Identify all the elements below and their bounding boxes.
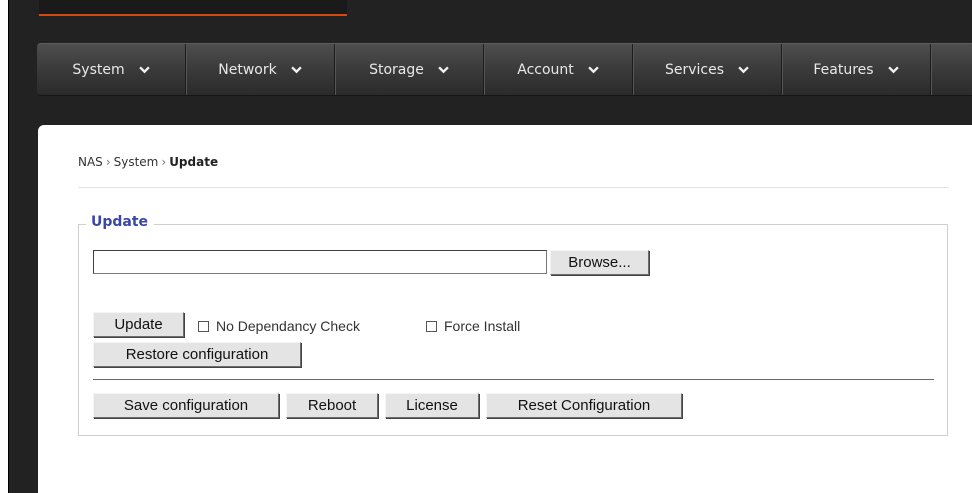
breadcrumb-link-system[interactable]: System	[114, 155, 159, 169]
breadcrumb-separator: ›	[105, 155, 111, 169]
chevron-down-icon	[738, 66, 749, 74]
nav-item-label: Features	[813, 61, 874, 78]
content-panel: NAS › System › Update Update Browse... Updat…	[38, 125, 972, 493]
nav-item-services[interactable]: Services	[633, 44, 782, 95]
update-legend: Update	[86, 214, 155, 230]
nav-item-storage[interactable]: Storage	[335, 44, 484, 95]
nav-item-system[interactable]: System	[37, 44, 186, 95]
nav-item-label: System	[72, 61, 125, 78]
breadcrumb: NAS › System › Update	[78, 155, 218, 169]
header-logo-strip	[39, 0, 347, 16]
nav-item-label: Network	[218, 61, 277, 78]
breadcrumb-separator: ›	[161, 155, 167, 169]
nav-item-label: Services	[664, 61, 725, 78]
no-dependency-label: No Dependancy Check	[216, 318, 360, 334]
nav-item-label: Account	[517, 61, 574, 78]
nav-item-label: Storage	[369, 61, 424, 78]
chevron-down-icon	[138, 66, 150, 74]
app-frame: System Network Storage Account Services …	[8, 0, 972, 493]
chevron-down-icon	[588, 66, 599, 74]
breadcrumb-divider	[78, 187, 949, 188]
breadcrumb-current: Update	[169, 155, 219, 169]
no-dependency-check-option[interactable]: No Dependancy Check	[198, 318, 360, 334]
force-install-label: Force Install	[444, 318, 521, 334]
save-configuration-button[interactable]: Save configuration	[93, 393, 279, 418]
update-file-input[interactable]	[93, 250, 547, 274]
breadcrumb-link-nas[interactable]: NAS	[78, 155, 103, 169]
license-button[interactable]: License	[385, 393, 479, 418]
no-dependency-checkbox[interactable]	[198, 320, 209, 332]
chevron-down-icon	[438, 66, 449, 74]
nav-item-account[interactable]: Account	[484, 44, 633, 95]
nav-item-network[interactable]: Network	[186, 44, 335, 95]
reboot-button[interactable]: Reboot	[286, 393, 378, 418]
restore-configuration-button[interactable]: Restore configuration	[93, 342, 301, 367]
force-install-checkbox[interactable]	[426, 320, 437, 332]
chevron-down-icon	[887, 66, 899, 74]
reset-configuration-button[interactable]: Reset Configuration	[486, 393, 682, 418]
update-section-divider	[93, 379, 934, 380]
nav-item-features[interactable]: Features	[782, 44, 931, 95]
update-button[interactable]: Update	[93, 312, 184, 337]
chevron-down-icon	[290, 66, 302, 74]
force-install-option[interactable]: Force Install	[426, 318, 520, 334]
browse-button[interactable]: Browse...	[550, 250, 649, 275]
main-navbar: System Network Storage Account Services …	[37, 43, 972, 96]
